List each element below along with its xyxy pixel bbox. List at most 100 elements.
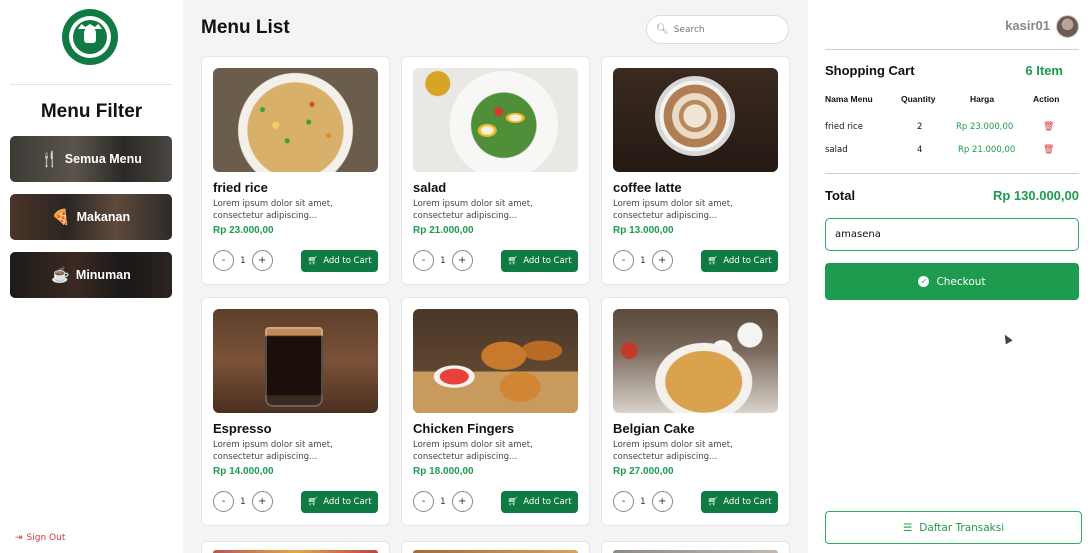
decrement-button[interactable]: - xyxy=(413,250,434,271)
product-name: coffee latte xyxy=(613,180,682,195)
decrement-button[interactable]: - xyxy=(413,491,434,512)
product-price: Rp 27.000,00 xyxy=(613,466,674,477)
cart-item-name: salad xyxy=(825,145,848,155)
page-title: Menu List xyxy=(201,17,290,38)
product-name: salad xyxy=(413,180,447,195)
coffee-latte-image xyxy=(613,68,778,172)
username: kasir01 xyxy=(1005,18,1050,33)
search-box[interactable]: 🔍︎ xyxy=(646,15,789,44)
filter-minuman-button[interactable]: ☕ Minuman xyxy=(10,252,172,298)
product-card-fried-rice: fried rice Lorem ipsum dolor sit amet, c… xyxy=(201,56,390,285)
total-label: Total xyxy=(825,188,856,203)
increment-button[interactable]: + xyxy=(251,491,273,512)
quantity-stepper: - 1 + xyxy=(213,250,273,271)
quantity-stepper: - 1 + xyxy=(613,250,673,271)
sign-out-label: Sign Out xyxy=(26,533,66,543)
utensils-icon: 🍴 xyxy=(40,150,59,168)
cart-icon: 🛒︎ xyxy=(707,256,719,266)
salad-image xyxy=(413,68,578,172)
product-description: Lorem ipsum dolor sit amet, consectetur … xyxy=(213,440,333,462)
add-to-cart-button[interactable]: 🛒︎ Add to Cart xyxy=(701,491,778,513)
product-description: Lorem ipsum dolor sit amet, consectetur … xyxy=(613,199,733,221)
filter-makanan-button[interactable]: 🍕 Makanan xyxy=(10,194,172,240)
menu-list-panel: Menu List 🔍︎ fried rice Lorem ipsum dolo… xyxy=(183,0,808,553)
sidebar: Menu Filter 🍴 Semua Menu 🍕 Makanan ☕ Min… xyxy=(0,0,183,553)
column-header-action: Action xyxy=(1033,94,1060,104)
decrement-button[interactable]: - xyxy=(613,491,634,512)
add-to-cart-label: Add to Cart xyxy=(723,256,772,266)
check-circle-icon: ✓ xyxy=(918,276,930,287)
add-to-cart-label: Add to Cart xyxy=(323,497,372,507)
daftar-transaksi-button[interactable]: ☰ Daftar Transaksi xyxy=(825,511,1082,544)
quantity-value: 1 xyxy=(640,496,646,507)
increment-button[interactable]: + xyxy=(651,491,673,512)
cart-item-price: Rp 21.000,00 xyxy=(958,145,1016,155)
coffee-cup-icon: ☕ xyxy=(51,266,70,284)
decrement-button[interactable]: - xyxy=(613,250,634,271)
product-card-chicken-fingers: Chicken Fingers Lorem ipsum dolor sit am… xyxy=(401,297,590,526)
column-header-harga: Harga xyxy=(970,94,995,104)
cart-item-name: fried rice xyxy=(825,122,863,132)
filter-minuman-label: Minuman xyxy=(75,268,131,282)
quantity-stepper: - 1 + xyxy=(413,250,473,271)
product-price: Rp 23.000,00 xyxy=(213,225,274,236)
checkout-button[interactable]: ✓ Checkout xyxy=(825,263,1079,300)
customer-name-field[interactable] xyxy=(825,218,1079,251)
customer-name-input[interactable] xyxy=(835,229,1065,240)
add-to-cart-label: Add to Cart xyxy=(723,497,772,507)
increment-button[interactable]: + xyxy=(251,250,273,271)
add-to-cart-button[interactable]: 🛒︎ Add to Cart xyxy=(301,250,378,272)
add-to-cart-button[interactable]: 🛒︎ Add to Cart xyxy=(501,491,578,513)
increment-button[interactable]: + xyxy=(451,491,473,512)
product-description: Lorem ipsum dolor sit amet, consectetur … xyxy=(413,440,533,462)
product-card-coffee-latte: coffee latte Lorem ipsum dolor sit amet,… xyxy=(601,56,790,285)
product-card-belgian-cake: Belgian Cake Lorem ipsum dolor sit amet,… xyxy=(601,297,790,526)
product-name: fried rice xyxy=(213,180,268,195)
cart-item-count: 6 Item xyxy=(1025,63,1063,78)
cart-icon: 🛒︎ xyxy=(707,497,719,507)
trash-icon[interactable]: 🗑 xyxy=(1043,145,1054,155)
starbucks-logo xyxy=(62,9,118,65)
fried-rice-image xyxy=(213,68,378,172)
cart-divider xyxy=(825,173,1079,174)
quantity-stepper: - 1 + xyxy=(613,491,673,512)
product-card-espresso: Espresso Lorem ipsum dolor sit amet, con… xyxy=(201,297,390,526)
cart-item-price: Rp 23.000,00 xyxy=(956,122,1014,132)
product-price: Rp 13.000,00 xyxy=(613,225,674,236)
search-input[interactable] xyxy=(673,24,784,35)
belgian-cake-image xyxy=(613,309,778,413)
quantity-value: 1 xyxy=(240,496,246,507)
increment-button[interactable]: + xyxy=(451,250,473,271)
cart-row: salad 4 Rp 21.000,00 🗑 xyxy=(808,145,1092,159)
quantity-value: 1 xyxy=(440,255,446,266)
sign-out-link[interactable]: ⇥ Sign Out xyxy=(15,533,65,543)
add-to-cart-label: Add to Cart xyxy=(523,256,572,266)
product-price: Rp 21.000,00 xyxy=(413,225,474,236)
avatar[interactable] xyxy=(1056,15,1079,38)
increment-button[interactable]: + xyxy=(651,250,673,271)
filter-semua-menu-label: Semua Menu xyxy=(64,152,142,166)
quantity-stepper: - 1 + xyxy=(413,491,473,512)
add-to-cart-button[interactable]: 🛒︎ Add to Cart xyxy=(501,250,578,272)
add-to-cart-button[interactable]: 🛒︎ Add to Cart xyxy=(301,491,378,513)
product-price: Rp 14.000,00 xyxy=(213,466,274,477)
decrement-button[interactable]: - xyxy=(213,491,234,512)
cart-icon: 🛒︎ xyxy=(507,256,519,266)
sidebar-divider xyxy=(10,84,172,85)
quantity-value: 1 xyxy=(640,255,646,266)
checkout-label: Checkout xyxy=(936,275,986,288)
chicken-fingers-image xyxy=(413,309,578,413)
cart-divider xyxy=(825,49,1079,50)
product-card-partial xyxy=(401,541,590,553)
filter-makanan-label: Makanan xyxy=(76,210,131,224)
menu-filter-title: Menu Filter xyxy=(40,101,143,122)
trash-icon[interactable]: 🗑 xyxy=(1043,122,1054,132)
daftar-transaksi-label: Daftar Transaksi xyxy=(919,521,1005,534)
cart-icon: 🛒︎ xyxy=(307,256,319,266)
column-header-nama-menu: Nama Menu xyxy=(825,94,873,104)
mouse-cursor-icon xyxy=(1001,332,1013,345)
cart-icon: 🛒︎ xyxy=(307,497,319,507)
filter-semua-menu-button[interactable]: 🍴 Semua Menu xyxy=(10,136,172,182)
add-to-cart-button[interactable]: 🛒︎ Add to Cart xyxy=(701,250,778,272)
decrement-button[interactable]: - xyxy=(213,250,234,271)
